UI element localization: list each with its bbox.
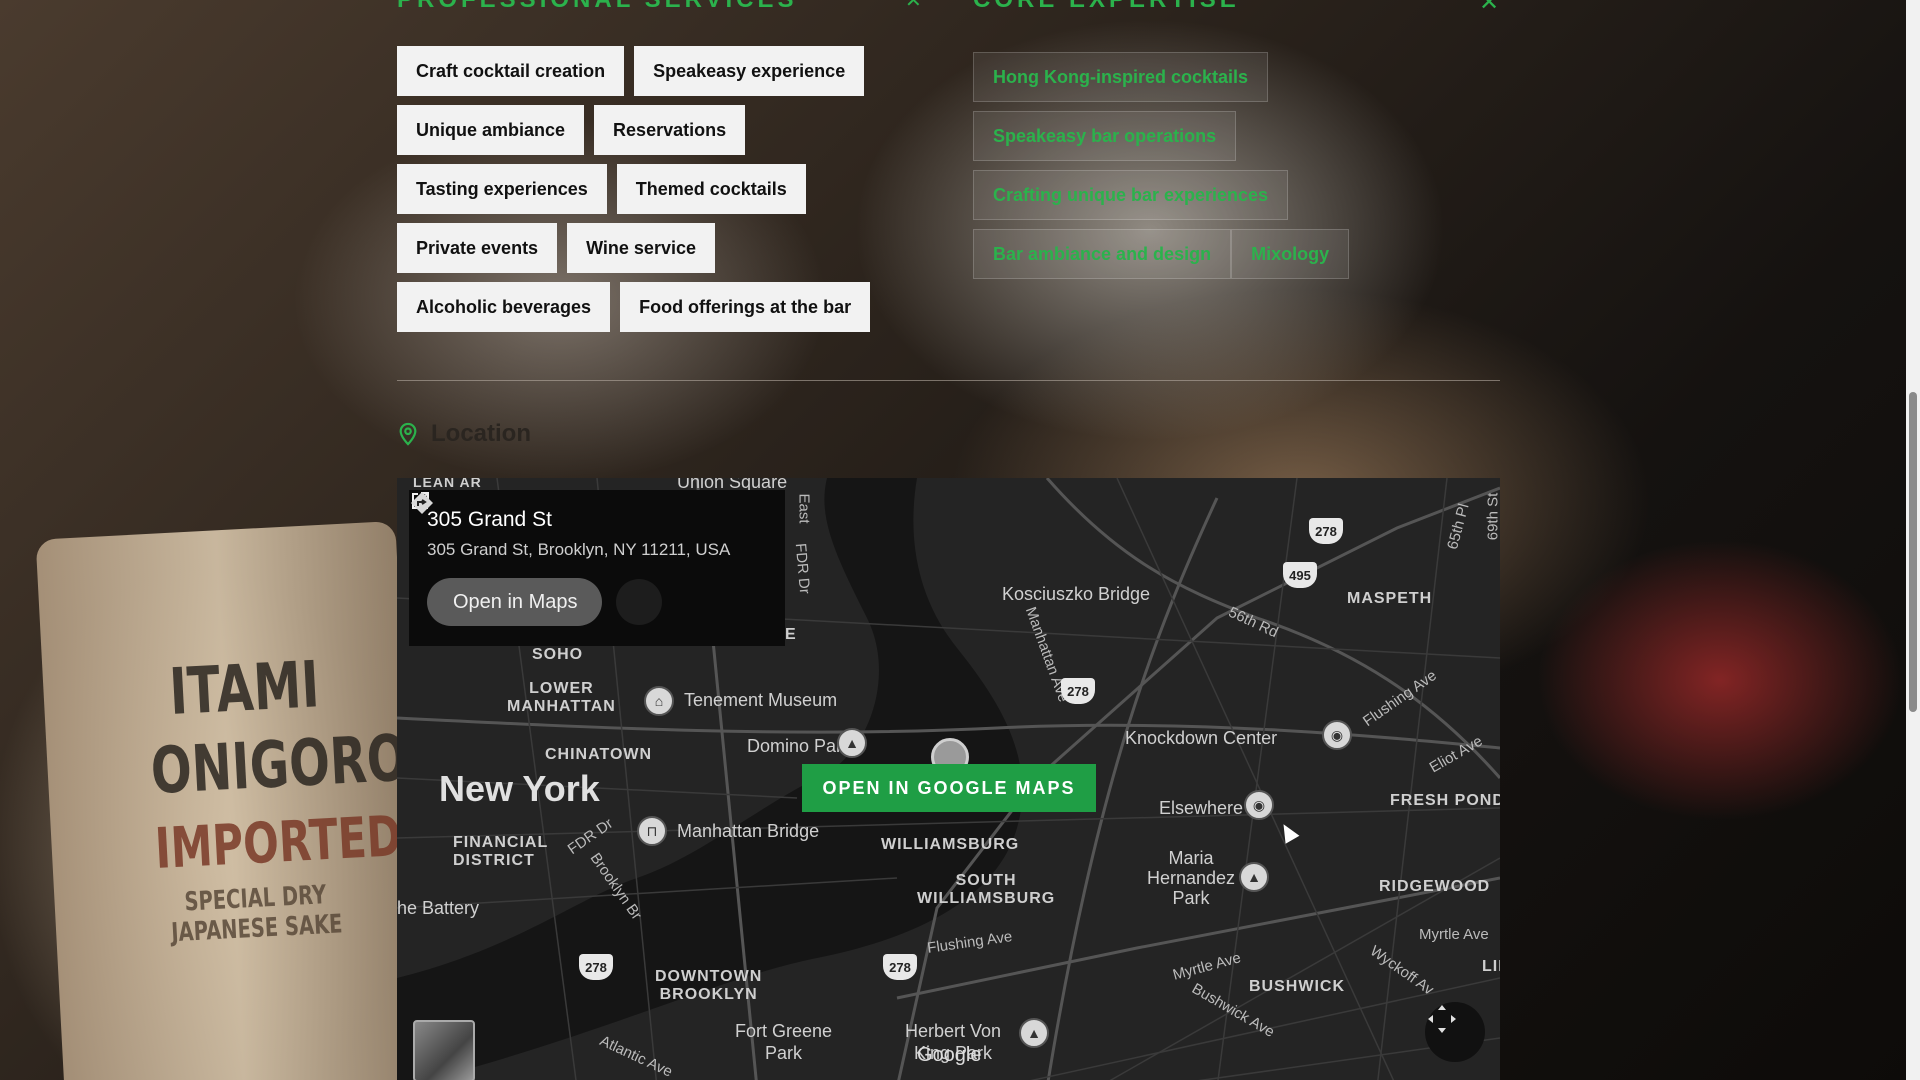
museum-icon[interactable]: ⌂ [644,686,674,716]
expertise-tag: Bar ambiance and design [973,229,1232,279]
close-icon[interactable]: ✕ [905,0,922,13]
park-icon[interactable]: ▲ [837,728,867,758]
expertise-tag: Speakeasy bar operations [973,111,1237,161]
map-label: SOUTH WILLIAMSBURG [917,872,1056,907]
map-label: Tenement Museum [684,690,838,710]
directions-icon [411,492,433,514]
map-label: WILLIAMSBURG [881,836,1020,853]
service-tag: Tasting experiences [397,164,607,214]
venue-icon[interactable]: ◉ [1322,720,1352,750]
service-tag: Craft cocktail creation [397,46,625,96]
map-label: FRESH POND [1390,792,1500,809]
google-logo: Google [917,1044,982,1066]
close-icon[interactable]: ✕ [1479,0,1499,17]
map-label: LEAN AR [413,478,482,490]
map-label: LIB [1482,958,1500,975]
place-info-card: 305 Grand St 305 Grand St, Brooklyn, NY … [409,490,785,646]
scrollbar[interactable] [1906,0,1920,1080]
expertise-tag: Mixology [1231,229,1350,279]
open-in-maps-button[interactable]: Open in Maps [412,492,602,626]
map-label: MASPETH [1347,590,1433,607]
map-label: New York [439,768,600,809]
highway-shield: 278 [883,954,917,980]
service-tag: Unique ambiance [397,105,585,155]
bottle-label: ITAMI ONIGOROSHI IMPORTED SPECIAL DRY JA… [149,648,502,949]
place-address: 305 Grand St, Brooklyn, NY 11211, USA [427,540,731,559]
service-tag: Food offerings at the bar [620,282,871,332]
map-pin-icon [399,422,417,446]
map-label: Elsewhere [1159,798,1244,818]
location-header: Location [397,420,531,448]
map-label: Knockdown Center [1125,728,1278,748]
service-tag: Speakeasy experience [634,46,865,96]
map-label: 69th St [1484,492,1500,541]
expertise-heading: CORE EXPERTISE [973,0,1240,14]
map-label: DOWNTOWN BROOKLYN [655,968,763,1003]
map-label: East [795,493,813,524]
service-tag: Themed cocktails [616,164,806,214]
map-label: BUSHWICK [1249,978,1345,995]
map-label: Myrtle Ave [1419,926,1489,943]
map-label: Manhattan Bridge [677,821,820,841]
park-icon[interactable]: ▲ [1019,1018,1049,1048]
map-label: CHINATOWN [545,746,653,763]
directions-button[interactable] [411,492,662,625]
map-label: Fort Greene Park [735,1021,833,1063]
scrollbar-thumb[interactable] [1909,392,1917,712]
map-label: Kosciuszko Bridge [1002,584,1151,604]
service-tag: Wine service [567,223,715,273]
map-label: RIDGEWOOD [1379,878,1491,895]
open-in-maps-label: Open in Maps [453,590,578,613]
expertise-tag: Hong Kong-inspired cocktails [973,52,1269,102]
section-divider [397,380,1500,381]
open-in-google-maps-button[interactable]: OPEN IN GOOGLE MAPS [802,764,1096,812]
satellite-toggle[interactable] [413,1020,475,1080]
service-tag: Alcoholic beverages [397,282,611,332]
map-label: E [785,626,797,643]
map-label: SOHO [532,646,584,663]
park-icon[interactable]: ▲ [1239,862,1269,892]
highway-shield: 278 [1309,518,1343,544]
map-label: he Battery [397,898,480,918]
venue-icon[interactable]: ◉ [1244,790,1274,820]
fullscreen-button[interactable] [1425,1002,1485,1062]
map-label: LOWER MANHATTAN [507,680,616,715]
expand-arrows-icon [1428,1005,1456,1033]
map-label: Maria Hernandez Park [1147,848,1236,908]
place-name: 305 Grand St [427,508,552,531]
services-heading: PROFESSIONAL SERVICES [397,0,798,14]
map-label: FINANCIAL DISTRICT [453,834,549,869]
expertise-tag: Crafting unique bar experiences [973,170,1289,220]
map-label: Domino Park [747,736,852,756]
highway-shield: 278 [1061,678,1095,704]
highway-shield: 495 [1283,562,1317,588]
expertise-list: Hong Kong-inspired cocktails Speakeasy b… [973,52,1393,288]
map-embed[interactable]: LEAN AR Union Square East FDR Dr Koscius… [397,478,1500,1080]
services-list: Craft cocktail creation Speakeasy experi… [397,46,897,341]
service-tag: Private events [397,223,558,273]
service-tag: Reservations [594,105,746,155]
bridge-icon[interactable]: ⊓ [637,816,667,846]
location-title: Location [431,420,531,447]
highway-shield: 278 [579,954,613,980]
